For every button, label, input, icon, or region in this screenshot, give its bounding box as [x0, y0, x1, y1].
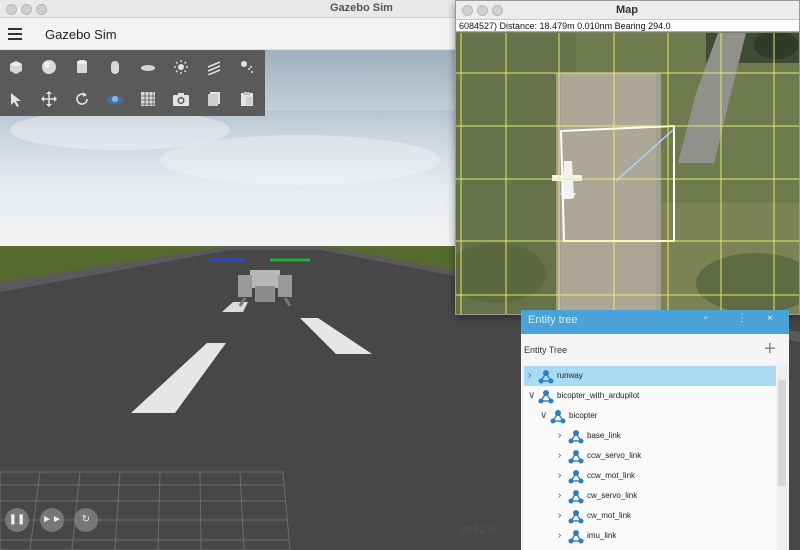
entity-tree-list: › runway ∨ bicopter_with_ardupilot ∨ bicopter… [524, 366, 776, 550]
copy-icon[interactable] [202, 87, 226, 111]
bicopter-model[interactable] [200, 250, 320, 320]
entity-tree-subheader: Entity Tree + [521, 334, 789, 364]
box-icon[interactable] [4, 55, 28, 79]
ellipsoid-icon[interactable] [136, 55, 160, 79]
tree-row[interactable]: ∨ bicopter_with_ardupilot [524, 386, 776, 406]
select-arrow-icon[interactable] [4, 87, 28, 111]
map-status-bar: 6084527) Distance: 18.479m 0.010nm Beari… [456, 20, 799, 32]
sphere-icon[interactable] [37, 55, 61, 79]
tree-row[interactable]: › base_link [524, 426, 776, 446]
satellite-imagery [456, 31, 799, 314]
tree-row-label: ccw_servo_link [587, 451, 642, 460]
tree-row-label: cw_mot_link [587, 511, 632, 520]
cylinder-icon[interactable] [70, 55, 94, 79]
translate-icon[interactable] [37, 87, 61, 111]
tree-row[interactable]: › cw_servo_link [524, 486, 776, 506]
tree-row-label: ccw_mot_link [587, 471, 636, 480]
rtf-toggle-arrow[interactable]: ‹ [438, 524, 441, 535]
chevron-right-icon[interactable]: › [558, 510, 561, 521]
add-entity-button[interactable]: + [764, 338, 776, 361]
tree-row-label: bicopter [569, 411, 598, 420]
tree-scrollbar-thumb[interactable] [778, 380, 786, 486]
hamburger-menu-icon[interactable] [8, 26, 24, 40]
tree-row[interactable]: › imu_link [524, 526, 776, 546]
step-button[interactable]: ►► [40, 508, 64, 532]
model-icon [538, 370, 554, 384]
spot-light-icon[interactable] [235, 55, 259, 79]
tree-scrollbar[interactable] [777, 366, 787, 550]
chevron-right-icon[interactable]: › [558, 430, 561, 441]
entity-tree-title: Entity Tree [524, 345, 568, 355]
map-zoom-button[interactable] [492, 5, 503, 16]
pause-button[interactable]: ❚❚ [5, 508, 29, 532]
panel-menu-button[interactable]: ⋮ [737, 313, 747, 324]
view-angle-icon[interactable] [103, 87, 127, 111]
minimize-window-button[interactable] [21, 4, 32, 15]
panel-float-button[interactable]: ▫ [704, 313, 708, 324]
grid-icon[interactable] [136, 87, 160, 111]
tree-row[interactable]: › ccw_mot_link [524, 466, 776, 486]
zoom-window-button[interactable] [36, 4, 47, 15]
tree-row[interactable]: › runway [524, 366, 776, 386]
window-title: Gazebo Sim [330, 2, 393, 14]
model-icon [538, 390, 554, 404]
real-time-factor: 98.52 % [460, 525, 497, 536]
tree-row-label: runway [557, 371, 583, 380]
tree-row[interactable]: › [524, 546, 776, 550]
chevron-right-icon[interactable]: › [558, 530, 561, 541]
chevron-down-icon[interactable]: ∨ [528, 390, 535, 401]
tree-row[interactable]: › cw_mot_link [524, 506, 776, 526]
tree-row-label: imu_link [587, 531, 617, 540]
directional-light-icon[interactable] [202, 55, 226, 79]
chevron-right-icon[interactable]: › [528, 370, 531, 381]
capsule-icon[interactable] [103, 55, 127, 79]
paste-icon[interactable] [235, 87, 259, 111]
model-icon [568, 450, 584, 464]
panel-close-button[interactable]: × [767, 313, 773, 324]
sun-light-icon[interactable] [169, 55, 193, 79]
chevron-right-icon[interactable]: › [558, 470, 561, 481]
satellite-map[interactable] [456, 31, 799, 314]
camera-icon[interactable] [169, 87, 193, 111]
map-title: Map [616, 4, 638, 16]
model-icon [568, 490, 584, 504]
model-icon [568, 470, 584, 484]
tree-row[interactable]: ∨ bicopter [524, 406, 776, 426]
model-icon [568, 510, 584, 524]
entity-tree-panel: Entity tree ▫ ⋮ × Entity Tree + › runway ∨… [521, 310, 789, 550]
map-window[interactable]: Map 6084527) Distance: 18.479m 0.010nm B… [455, 0, 800, 315]
reset-button[interactable]: ↻ [74, 508, 98, 532]
model-icon [568, 430, 584, 444]
chevron-down-icon[interactable]: ∨ [540, 410, 547, 421]
model-icon [550, 410, 566, 424]
entity-tree-panel-title: Entity tree [528, 314, 578, 326]
entity-tree-header: Entity tree ▫ ⋮ × [521, 310, 789, 334]
chevron-right-icon[interactable]: › [558, 450, 561, 461]
tree-row-label: cw_servo_link [587, 491, 638, 500]
map-minimize-button[interactable] [477, 5, 488, 16]
chevron-right-icon[interactable]: › [558, 490, 561, 501]
tree-row-label: bicopter_with_ardupilot [557, 391, 640, 400]
app-title: Gazebo Sim [45, 27, 117, 42]
model-icon [568, 530, 584, 544]
tree-row[interactable]: › ccw_servo_link [524, 446, 776, 466]
rotate-icon[interactable] [70, 87, 94, 111]
map-titlebar: Map [456, 1, 799, 20]
tree-row-label: base_link [587, 431, 621, 440]
close-window-button[interactable] [6, 4, 17, 15]
shapes-toolbar [0, 50, 265, 116]
map-close-button[interactable] [462, 5, 473, 16]
